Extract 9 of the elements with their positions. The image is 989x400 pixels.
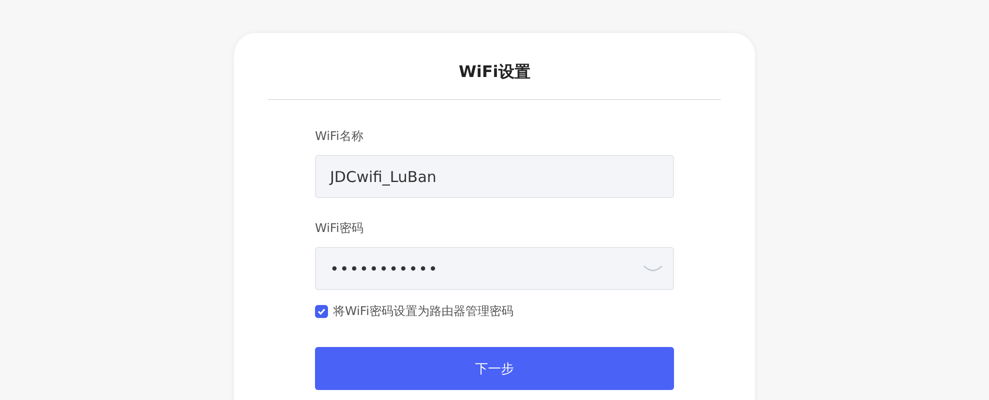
checkmark-icon [317,307,326,316]
field-label: WiFi名称 [315,128,364,144]
field-label: WiFi密码 [315,220,364,236]
checkbox-label: 将WiFi密码设置为路由器管理密码 [333,303,514,320]
card-title: WiFi设置 [458,61,530,83]
input-field[interactable]: JDCwifi_LuBan [315,155,674,198]
checkbox[interactable] [315,305,328,318]
next-button[interactable]: 下一步 [315,347,674,390]
password-field[interactable]: ••••••••••• [315,247,674,290]
